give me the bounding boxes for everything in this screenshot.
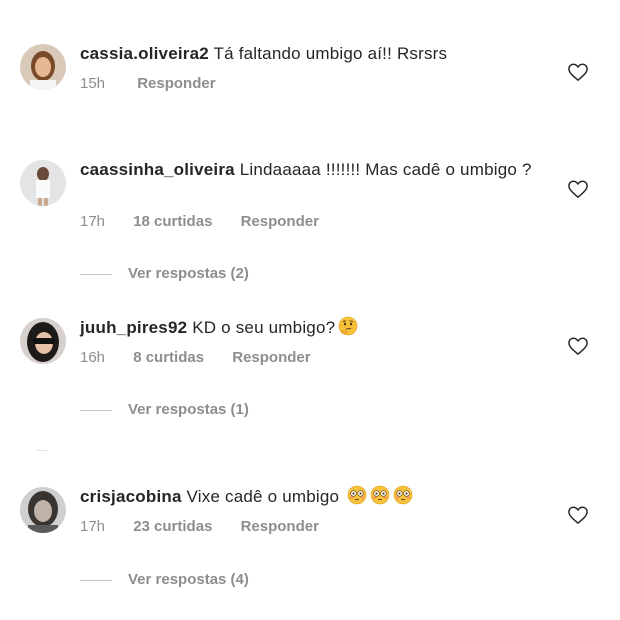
comment-username[interactable]: crisjacobina [80, 487, 182, 506]
comment-username[interactable]: cassia.oliveira2 [80, 44, 209, 63]
comment-meta: 17h 23 curtidas Responder [80, 518, 319, 535]
heart-icon[interactable] [567, 179, 589, 199]
replies-divider [80, 273, 112, 275]
comment-time: 17h [80, 518, 106, 535]
comment-username[interactable]: juuh_pires92 [80, 318, 187, 337]
flushed-face-emoji-icon [393, 485, 413, 505]
reply-button[interactable]: Responder [232, 349, 310, 366]
heart-icon[interactable] [567, 336, 589, 356]
view-replies-label: Ver respostas (4) [128, 571, 249, 588]
likes-count[interactable]: 23 curtidas [133, 518, 212, 535]
comment-body: KD o seu umbigo? [187, 318, 336, 337]
avatar[interactable] [20, 44, 66, 90]
likes-count[interactable]: 18 curtidas [133, 213, 212, 230]
avatar[interactable] [20, 318, 66, 364]
flushed-face-emoji-icon [347, 485, 367, 505]
avatar[interactable] [20, 487, 66, 533]
view-replies-button[interactable]: Ver respostas (4) [80, 571, 249, 588]
comment-body: Tá faltando umbigo aí!! Rsrsrs [208, 44, 448, 63]
comment-body: Vixe cadê o umbigo [181, 487, 345, 506]
comment-text: cassia.oliveira2 Tá faltando umbigo aí!!… [80, 42, 550, 65]
reply-button[interactable]: Responder [241, 213, 319, 230]
view-replies-label: Ver respostas (1) [128, 401, 249, 418]
comment-time: 16h [80, 349, 106, 366]
comment-time: 17h [80, 213, 106, 230]
reply-button[interactable]: Responder [137, 75, 215, 92]
likes-count[interactable]: 8 curtidas [133, 349, 204, 366]
thinking-face-emoji-icon [338, 316, 358, 336]
view-replies-button[interactable]: Ver respostas (1) [80, 401, 249, 418]
comment-meta: 16h 8 curtidas Responder [80, 349, 311, 366]
reply-button[interactable]: Responder [241, 518, 319, 535]
comment-body: Lindaaaaa !!!!!!! Mas cadê o umbigo ? [234, 160, 532, 179]
avatar[interactable] [20, 160, 66, 206]
view-replies-label: Ver respostas (2) [128, 265, 249, 282]
flushed-face-emoji-icon [370, 485, 390, 505]
comment-text: crisjacobina Vixe cadê o umbigo [80, 485, 550, 508]
comment-text: caassinha_oliveira Lindaaaaa !!!!!!! Mas… [80, 158, 550, 181]
comment-meta: 17h 18 curtidas Responder [80, 213, 319, 230]
comment-meta: 15h Responder [80, 75, 216, 92]
comment-text: juuh_pires92 KD o seu umbigo? [80, 316, 550, 339]
comment-time: 15h [80, 75, 106, 92]
replies-divider [80, 409, 112, 411]
separator [37, 450, 47, 451]
heart-icon[interactable] [567, 505, 589, 525]
comment-username[interactable]: caassinha_oliveira [80, 160, 235, 179]
replies-divider [80, 579, 112, 581]
view-replies-button[interactable]: Ver respostas (2) [80, 265, 249, 282]
heart-icon[interactable] [567, 62, 589, 82]
